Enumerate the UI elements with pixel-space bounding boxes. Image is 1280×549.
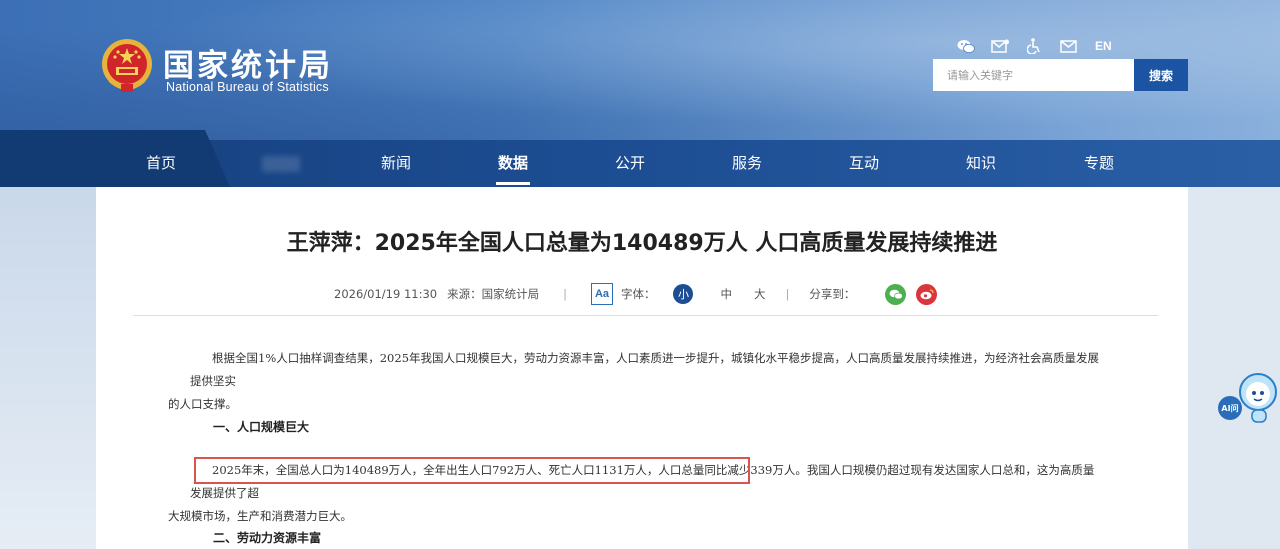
meta-divider-2: |: [785, 287, 790, 301]
font-small-button[interactable]: 小: [673, 284, 694, 304]
national-emblem-icon: [102, 39, 152, 92]
section-heading-2: 二、劳动力资源丰富: [213, 531, 322, 545]
wechat-share-icon[interactable]: [885, 283, 907, 305]
wechat-icon[interactable]: [955, 37, 977, 55]
search-input[interactable]: [933, 59, 1135, 91]
mail-edit-icon[interactable]: [989, 37, 1011, 55]
nav-item-home[interactable]: 首页: [131, 140, 191, 187]
content-divider: [133, 315, 1158, 316]
highlight-annotation-box: [194, 457, 750, 484]
article-source: 来源：国家统计局: [447, 287, 540, 301]
nav-item-public[interactable]: 公开: [600, 140, 660, 187]
accessibility-icon[interactable]: [1023, 37, 1045, 55]
font-medium-button[interactable]: 中: [720, 286, 732, 302]
header-tools: EN: [955, 37, 1112, 55]
meta-divider: |: [563, 287, 567, 301]
language-switch-link[interactable]: EN: [1095, 39, 1112, 53]
font-label: 字体：: [620, 287, 656, 301]
site-title-cn: 国家统计局: [163, 48, 333, 84]
ai-widget-label: AI问: [1221, 403, 1238, 413]
section-heading-1: 一、人口规模巨大: [213, 420, 310, 434]
nav-item-news[interactable]: 新闻: [366, 140, 426, 187]
page-background: [0, 187, 96, 549]
search-button[interactable]: 搜索: [1134, 59, 1188, 91]
article-title: 王萍萍：2025年全国人口总量为140489万人 人口高质量发展持续推进: [286, 231, 998, 256]
intro-paragraph: 根据全国1%人口抽样调查结果，2025年我国人口规模巨大，劳动力资源丰富，人口素…: [168, 347, 1100, 416]
share-label: 分享到：: [809, 287, 856, 301]
font-large-button[interactable]: 大: [754, 286, 766, 302]
site-title-en: National Bureau of Statistics: [166, 80, 329, 94]
paragraph-line-2: 大规模市场，生产和消费潜力巨大。: [168, 509, 352, 523]
nav-item-knowledge[interactable]: 知识: [951, 140, 1011, 187]
nav-item-data[interactable]: 数据: [483, 140, 543, 187]
nav-item-service[interactable]: 服务: [717, 140, 777, 187]
weibo-share-icon[interactable]: [916, 283, 938, 305]
article-meta: 2026/01/19 11:30 来源：国家统计局 | Aa 字体： 小 中 大…: [334, 282, 938, 306]
ai-assistant-widget[interactable]: AI问: [1216, 368, 1280, 428]
nav-home-tab-bg: [0, 130, 230, 187]
intro-line-1: 根据全国1%人口抽样调查结果，2025年我国人口规模巨大，劳动力资源丰富，人口素…: [190, 351, 1100, 388]
intro-line-2: 的人口支撑。: [168, 397, 237, 411]
nav-item-topics[interactable]: 专题: [1069, 140, 1129, 187]
font-size-icon: Aa: [590, 283, 613, 305]
publish-date: 2026/01/19 11:30: [334, 287, 438, 301]
nav-blurred-item: [262, 156, 300, 172]
mail-icon[interactable]: [1057, 37, 1079, 55]
nav-item-interact[interactable]: 互动: [834, 140, 894, 187]
